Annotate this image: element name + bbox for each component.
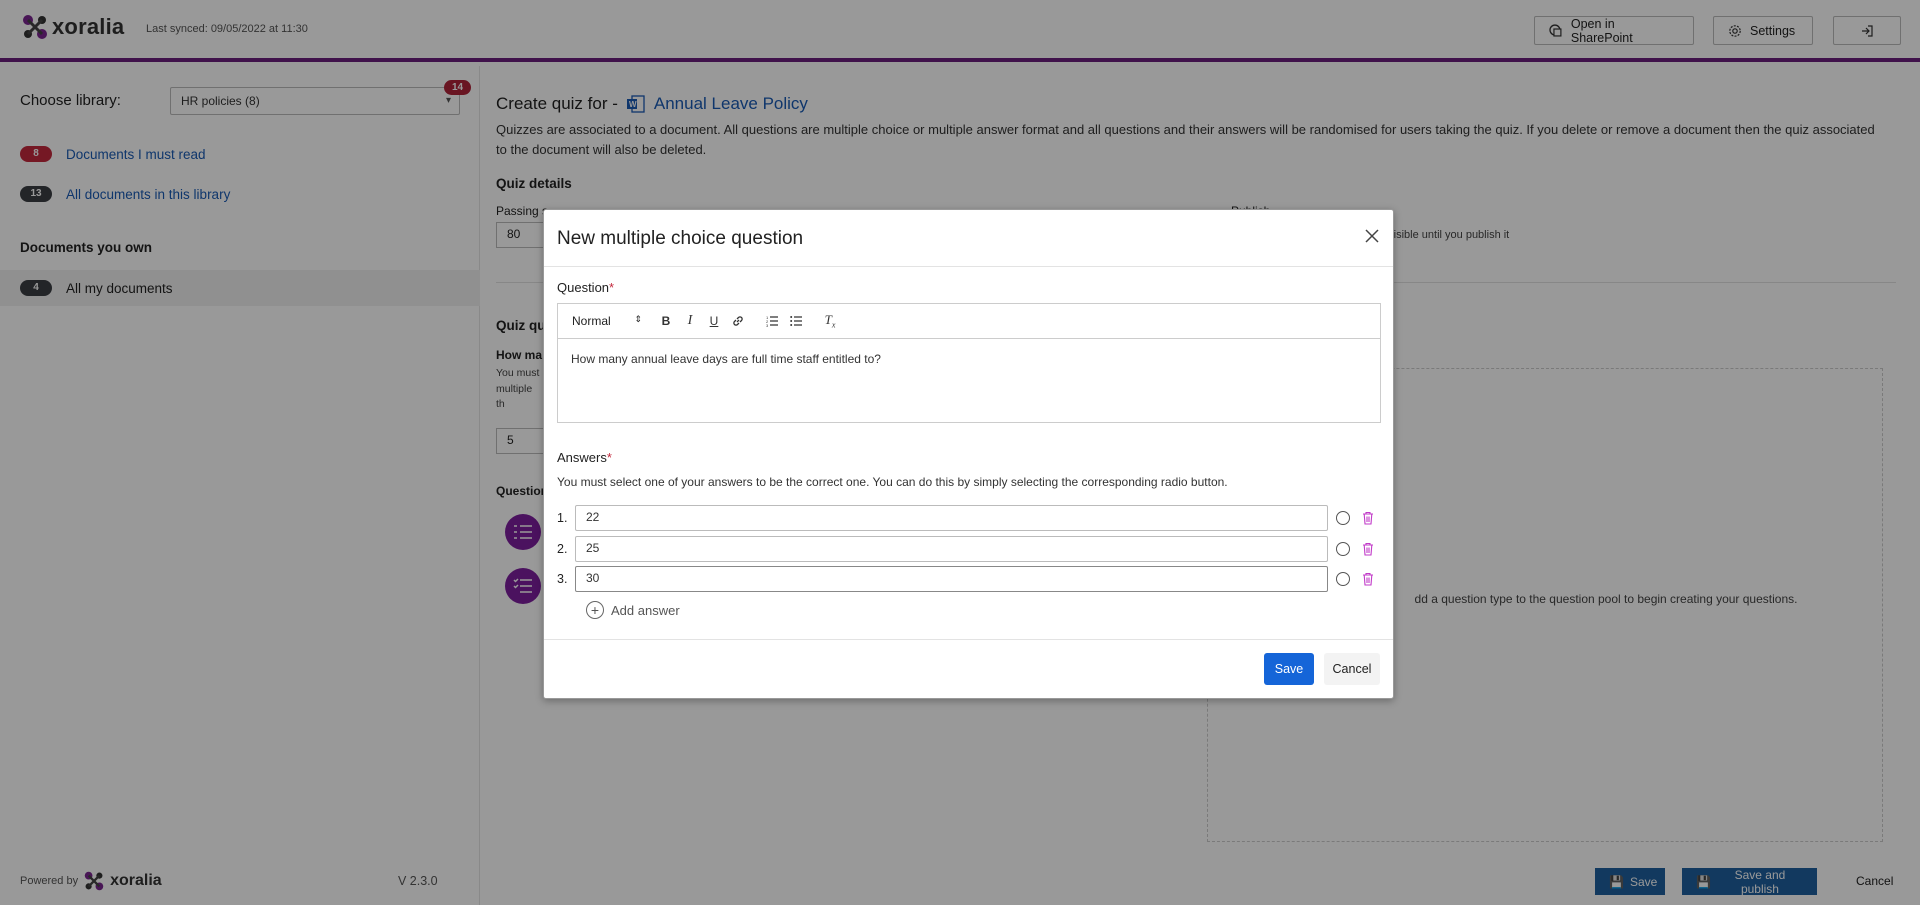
underline-button[interactable]: U <box>702 311 726 331</box>
dialog-title: New multiple choice question <box>557 228 804 249</box>
add-answer-button[interactable]: + Add answer <box>586 601 680 619</box>
answer-row: 3. 30 <box>557 566 1374 592</box>
close-icon[interactable] <box>1363 227 1381 245</box>
question-label-text: Question <box>557 280 610 295</box>
ordered-list-button[interactable]: 123 <box>760 311 784 331</box>
new-question-dialog: New multiple choice question Question* N… <box>543 209 1394 699</box>
updown-chevron-icon: ⇕ <box>634 314 642 324</box>
answer-input[interactable]: 30 <box>575 566 1328 592</box>
trash-icon[interactable] <box>1362 511 1374 525</box>
bullet-list-button[interactable] <box>784 311 808 331</box>
add-answer-label: Add answer <box>611 602 680 618</box>
dialog-header-divider <box>544 266 1393 267</box>
answer-row: 2. 25 <box>557 536 1374 562</box>
cancel-button[interactable]: Cancel <box>1324 653 1380 685</box>
answers-label-text: Answers <box>557 450 607 465</box>
dialog-footer-divider <box>544 639 1393 640</box>
trash-icon[interactable] <box>1362 572 1374 586</box>
clear-format-icon: Tx <box>824 312 836 330</box>
italic-icon: I <box>687 313 693 328</box>
plus-circle-icon: + <box>586 601 604 619</box>
save-button[interactable]: Save <box>1264 653 1314 685</box>
italic-button[interactable]: I <box>678 311 702 331</box>
clear-format-button[interactable]: Tx <box>818 311 842 331</box>
correct-answer-radio[interactable] <box>1336 511 1350 525</box>
answer-input[interactable]: 25 <box>575 536 1328 562</box>
answer-input[interactable]: 22 <box>575 505 1328 531</box>
link-icon <box>733 316 743 326</box>
correct-answer-radio[interactable] <box>1336 572 1350 586</box>
link-button[interactable] <box>726 311 750 331</box>
svg-text:3: 3 <box>766 323 769 327</box>
bold-button[interactable]: B <box>654 311 678 331</box>
format-select[interactable]: Normal ⇕ <box>572 314 650 328</box>
format-select-value: Normal <box>572 314 611 328</box>
ordered-list-icon: 123 <box>766 315 778 327</box>
editor-toolbar: Normal ⇕ B I U 123 Tx <box>558 304 1380 339</box>
answer-row: 1. 22 <box>557 505 1374 531</box>
required-mark: * <box>609 280 615 295</box>
answer-number: 1. <box>557 511 568 525</box>
answers-required-mark: * <box>606 450 612 465</box>
bullet-list-icon <box>789 316 802 326</box>
underline-icon: U <box>709 314 719 328</box>
answers-help-text: You must select one of your answers to b… <box>557 475 1228 489</box>
question-editor[interactable]: Normal ⇕ B I U 123 Tx How many annual le… <box>557 303 1381 423</box>
answers-label: Answers* <box>557 450 612 465</box>
trash-icon[interactable] <box>1362 542 1374 556</box>
question-label: Question* <box>557 280 614 295</box>
bold-icon: B <box>661 314 671 328</box>
question-text[interactable]: How many annual leave days are full time… <box>558 339 1380 379</box>
answer-number: 2. <box>557 542 568 556</box>
correct-answer-radio[interactable] <box>1336 542 1350 556</box>
answer-number: 3. <box>557 572 568 586</box>
